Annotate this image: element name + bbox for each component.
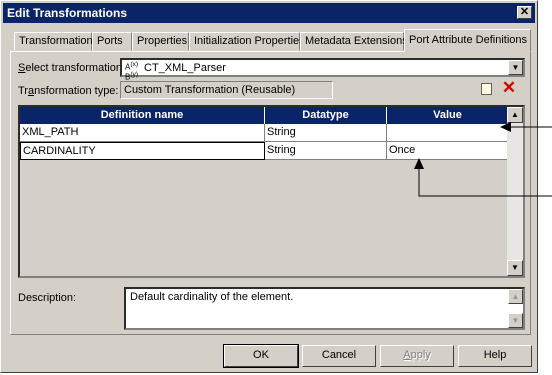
tab-port-attribute-definitions[interactable]: Port Attribute Definitions bbox=[404, 29, 531, 52]
callout-arrow bbox=[414, 158, 552, 197]
tab-label: Port Attribute Definitions bbox=[409, 34, 528, 46]
callout-arrows bbox=[414, 122, 552, 197]
callout-arrow bbox=[500, 122, 552, 132]
